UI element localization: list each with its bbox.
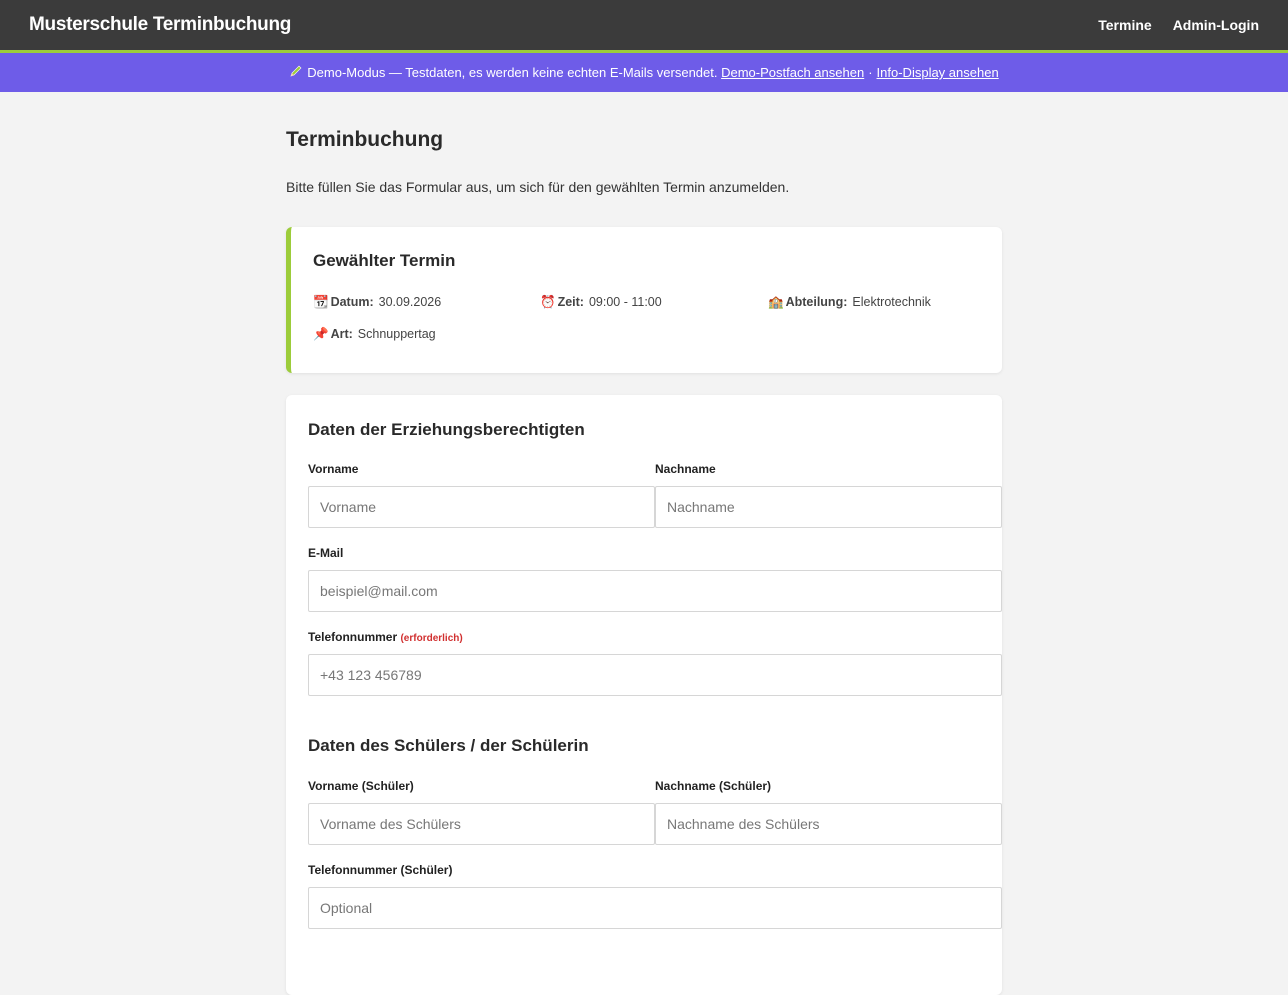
selected-appointment-heading: Gewählter Termin [313,251,456,270]
appointment-type-value: Schnuppertag [357,327,436,341]
pushpin-icon: 📌 [313,327,329,341]
nav-link-admin-login[interactable]: Admin-Login [1173,17,1259,33]
main-content: Terminbuchung Bitte füllen Sie das Formu… [286,95,1002,995]
guardian-email-field: E-Mail [308,546,1002,612]
guardian-phone-input[interactable] [308,654,1002,696]
required-note: (erforderlich) [400,633,463,644]
student-name-row: Vorname (Schüler) Nachname (Schüler) [308,779,1002,845]
selected-appointment-card: Gewählter Termin 📆 Datum: 30.09.2026 ⏰ Zeit… [286,227,1002,373]
guardian-lastname-label: Nachname [655,462,716,476]
student-firstname-input[interactable] [308,803,655,845]
student-lastname-field: Nachname (Schüler) [655,779,1002,845]
demo-banner-text: Demo-Modus — Testdaten, es werden keine … [307,65,718,80]
appointment-details: 📆 Datum: 30.09.2026 ⏰ Zeit: 09:00 - 11:00 🏫 A… [313,295,1002,342]
guardian-lastname-field: Nachname [655,462,1002,528]
student-firstname-field: Vorname (Schüler) [308,779,655,845]
guardian-phone-field: Telefonnummer (erforderlich) [308,630,1002,696]
guardian-firstname-label: Vorname [308,462,359,476]
student-lastname-label: Nachname (Schüler) [655,779,772,793]
appointment-time: ⏰ Zeit: 09:00 - 11:00 [540,295,662,309]
guardian-phone-label: Telefonnummer (erforderlich) [308,630,463,644]
booking-form: Daten der Erziehungsberechtigten Vorname… [286,395,1002,995]
appointment-date-value: 30.09.2026 [378,295,442,309]
page-intro: Bitte füllen Sie das Formular aus, um si… [286,179,790,195]
pencil-icon [289,64,303,81]
student-phone-field: Telefonnummer (Schüler) [308,863,1002,929]
guardian-firstname-input[interactable] [308,486,655,528]
appointment-date: 📆 Datum: 30.09.2026 [313,295,442,309]
guardian-email-input[interactable] [308,570,1002,612]
info-display-link[interactable]: Info-Display ansehen [877,65,999,80]
calendar-icon: 📆 [313,295,329,309]
appointment-time-value: 09:00 - 11:00 [588,295,662,309]
student-phone-input[interactable] [308,887,1002,929]
school-icon: 🏫 [768,295,784,309]
guardian-firstname-field: Vorname [308,462,655,528]
demo-mode-banner: Demo-Modus — Testdaten, es werden keine … [0,53,1288,92]
main-nav: Termine Admin-Login [1098,17,1259,33]
student-firstname-label: Vorname (Schüler) [308,779,414,793]
student-phone-label: Telefonnummer (Schüler) [308,863,453,877]
demo-mailbox-link[interactable]: Demo-Postfach ansehen [721,65,864,80]
brand-title[interactable]: Musterschule Terminbuchung [29,14,291,36]
page-title: Terminbuchung [286,128,444,151]
guardian-section-heading: Daten der Erziehungsberechtigten [308,420,585,439]
guardian-email-label: E-Mail [308,546,344,560]
appointment-type: 📌 Art: Schnuppertag [313,327,436,341]
appointment-department-value: Elektrotechnik [852,295,931,309]
student-lastname-input[interactable] [655,803,1002,845]
guardian-name-row: Vorname Nachname [308,462,1002,528]
appointment-department: 🏫 Abteilung: Elektrotechnik [768,295,931,309]
banner-separator: · [868,65,873,80]
guardian-lastname-input[interactable] [655,486,1002,528]
top-navbar: Musterschule Terminbuchung Termine Admin… [0,0,1288,53]
student-section-heading: Daten des Schülers / der Schülerin [308,736,589,755]
alarm-clock-icon: ⏰ [540,295,556,309]
nav-link-termine[interactable]: Termine [1098,17,1151,33]
